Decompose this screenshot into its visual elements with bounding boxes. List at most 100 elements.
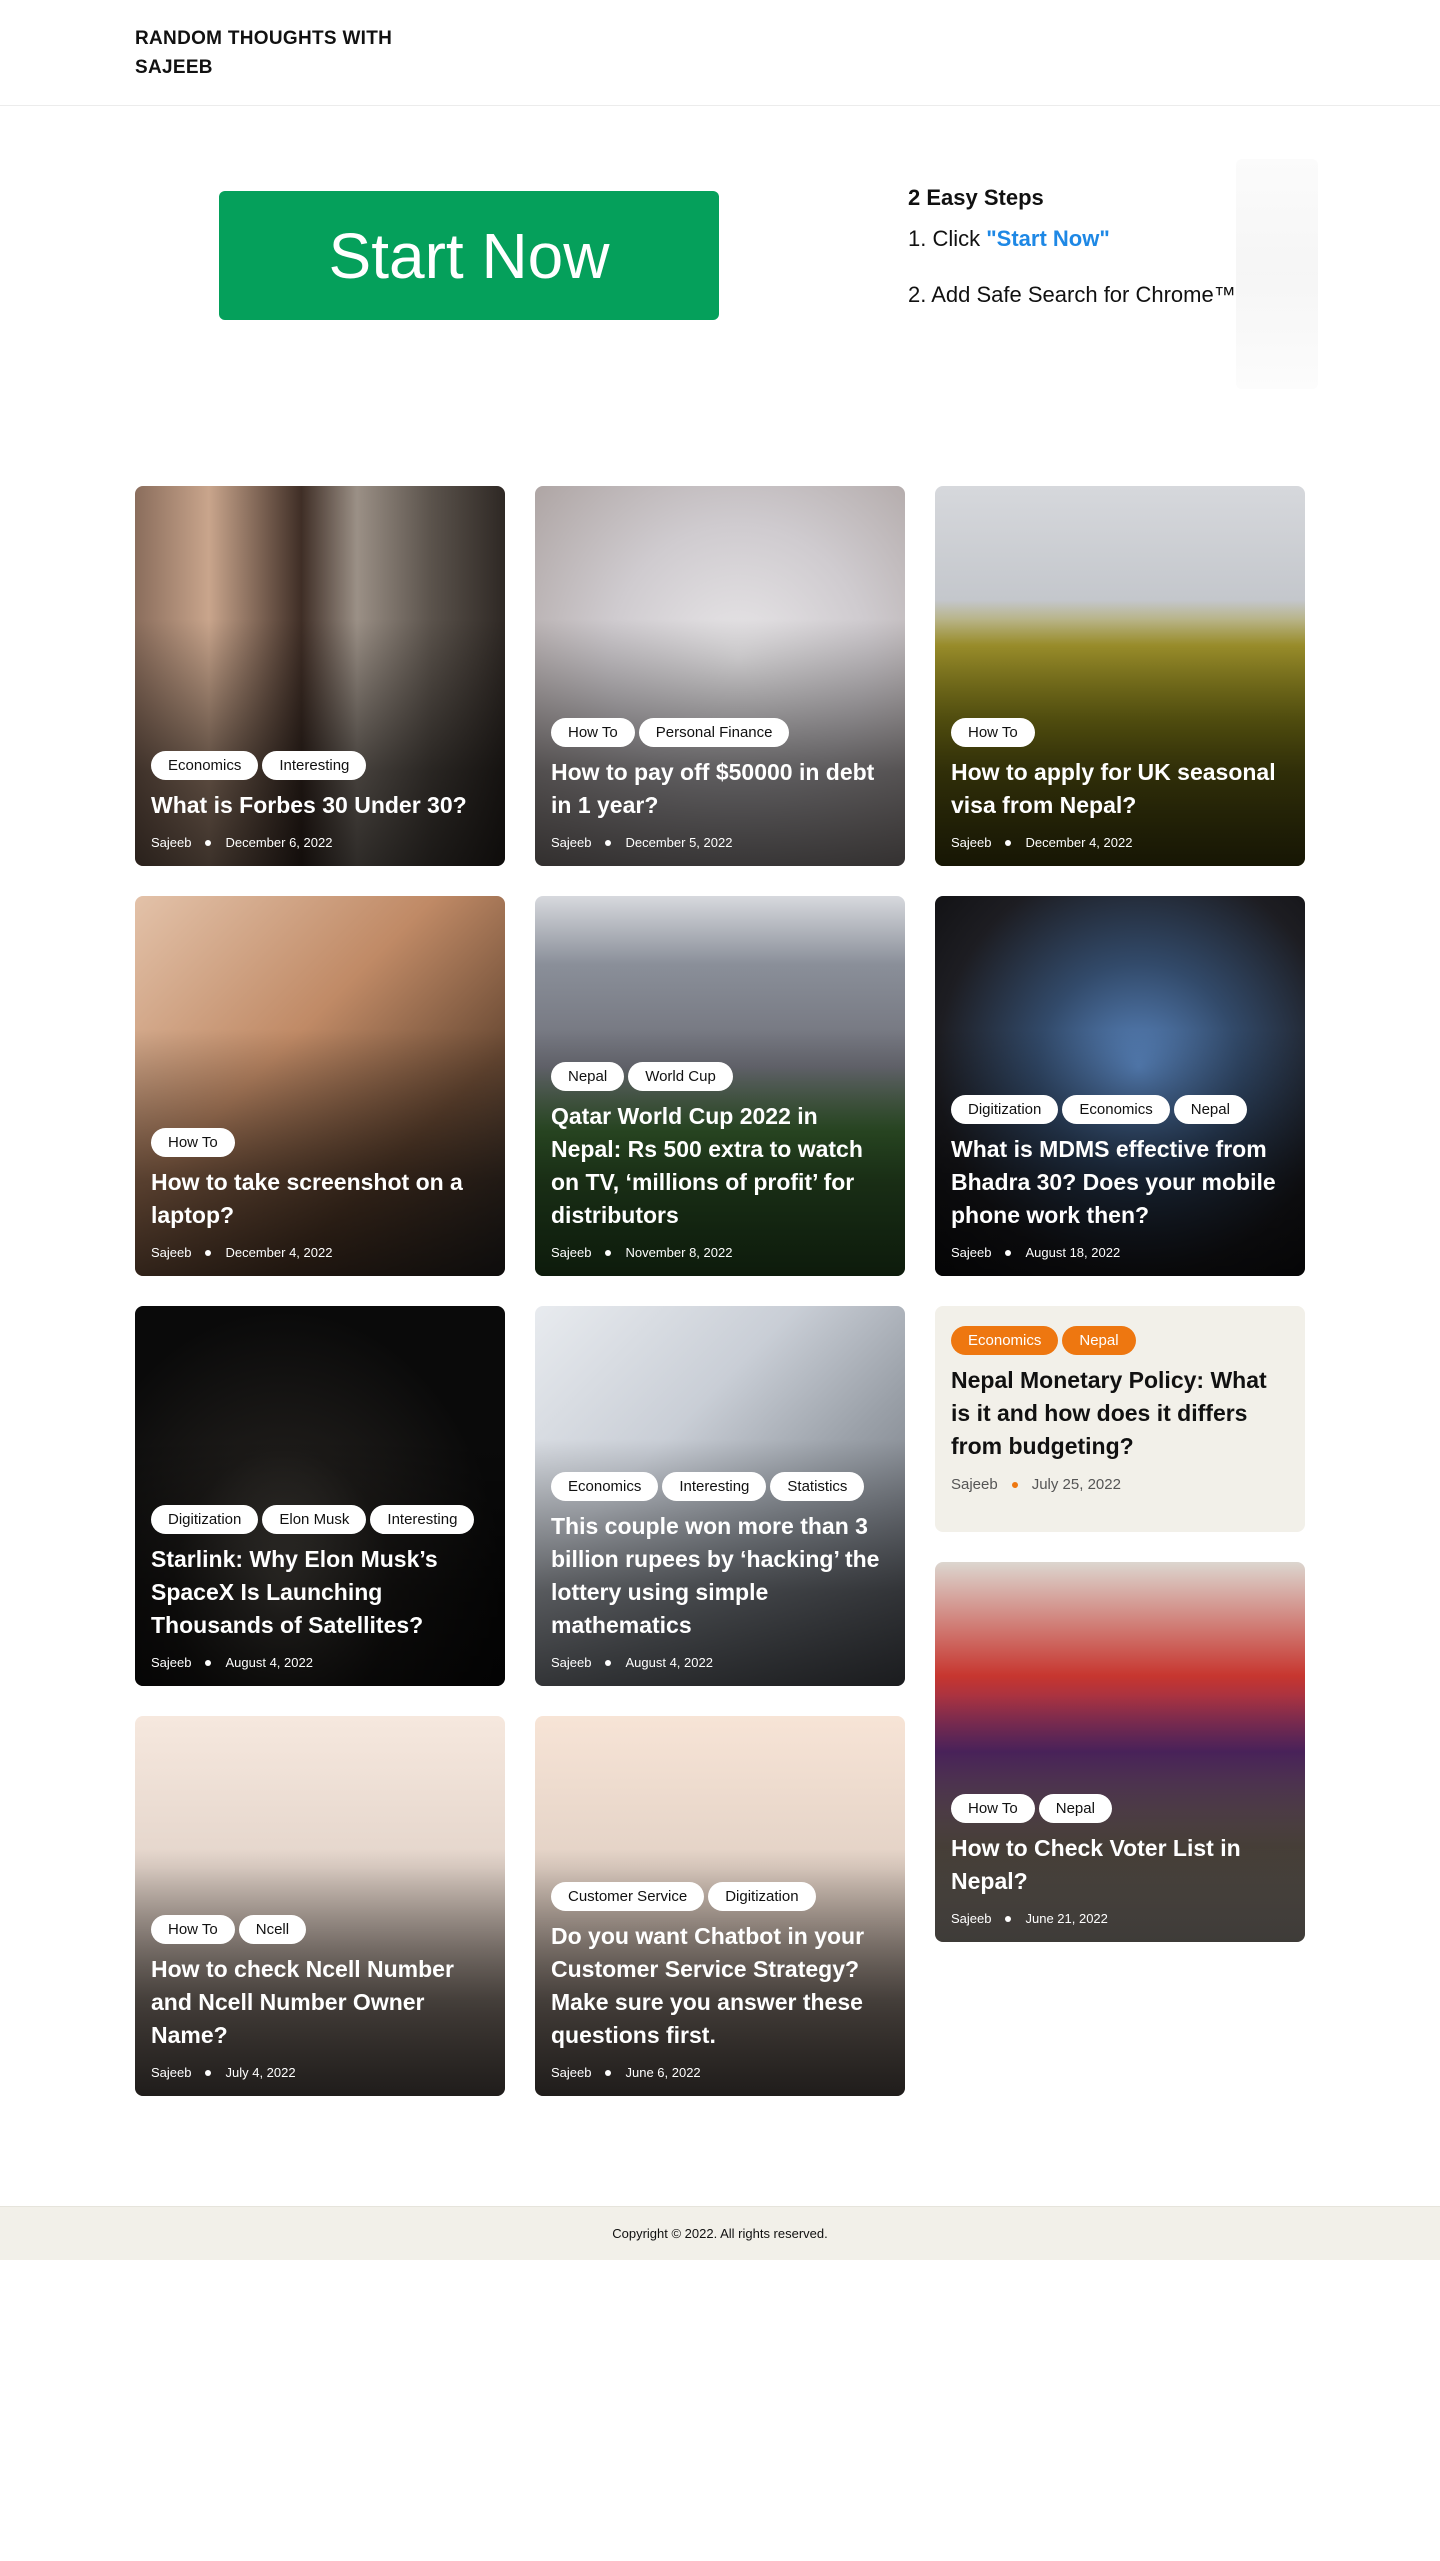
tag-link[interactable]: Nepal — [1038, 1794, 1112, 1823]
start-now-button[interactable]: Start Now — [219, 191, 719, 320]
post-author: Sajeeb — [551, 835, 592, 850]
separator-dot — [205, 839, 212, 846]
post-meta: Sajeeb November 8, 2022 — [551, 1245, 889, 1260]
post-card[interactable]: Nepal World Cup Qatar World Cup 2022 in … — [535, 896, 905, 1276]
post-title-link[interactable]: How to pay off $50000 in debt in 1 year? — [551, 756, 889, 822]
tag-link[interactable]: How To — [951, 1794, 1035, 1823]
post-tags: Economics Interesting — [151, 751, 489, 780]
tag-link[interactable]: Ncell — [238, 1915, 307, 1944]
post-title-link[interactable]: Starlink: Why Elon Musk’s SpaceX Is Laun… — [151, 1543, 489, 1642]
tag-link[interactable]: Digitization — [151, 1505, 259, 1534]
post-tags: How To Ncell — [151, 1915, 489, 1944]
post-meta: Sajeeb December 6, 2022 — [151, 835, 489, 850]
post-date: December 6, 2022 — [225, 835, 333, 850]
post-date: August 18, 2022 — [1025, 1245, 1121, 1260]
tag-link[interactable]: Nepal — [551, 1062, 625, 1091]
post-card[interactable]: Economics Interesting What is Forbes 30 … — [135, 486, 505, 866]
post-date: August 4, 2022 — [225, 1655, 313, 1670]
post-author: Sajeeb — [951, 1476, 998, 1493]
post-author: Sajeeb — [551, 1655, 592, 1670]
separator-dot — [1005, 1249, 1012, 1256]
post-card[interactable]: How To Nepal How to Check Voter List in … — [935, 1562, 1305, 1942]
tag-link[interactable]: Economics — [1062, 1095, 1170, 1124]
post-date: November 8, 2022 — [625, 1245, 733, 1260]
tag-link[interactable]: How To — [951, 718, 1035, 747]
tag-link[interactable]: Economics — [551, 1472, 659, 1501]
tag-link[interactable]: Nepal — [1173, 1095, 1247, 1124]
post-tags: Nepal World Cup — [551, 1062, 889, 1091]
separator-dot — [205, 2069, 212, 2076]
site-title-link[interactable]: RANDOM THOUGHTS WITH SAJEEB — [135, 24, 415, 82]
post-title-link[interactable]: Qatar World Cup 2022 in Nepal: Rs 500 ex… — [551, 1100, 889, 1232]
post-author: Sajeeb — [951, 1911, 992, 1926]
post-meta: Sajeeb December 5, 2022 — [551, 835, 889, 850]
tag-link[interactable]: Elon Musk — [262, 1505, 367, 1534]
post-author: Sajeeb — [151, 1245, 192, 1260]
post-title-link[interactable]: How to apply for UK seasonal visa from N… — [951, 756, 1289, 822]
tag-link[interactable]: How To — [551, 718, 635, 747]
hero-decoration — [1236, 159, 1318, 389]
post-date: July 25, 2022 — [1031, 1476, 1121, 1493]
separator-dot — [605, 2069, 612, 2076]
post-card[interactable]: How To How to take screenshot on a lapto… — [135, 896, 505, 1276]
post-title-link[interactable]: What is MDMS effective from Bhadra 30? D… — [951, 1133, 1289, 1232]
post-tags: Economics Interesting Statistics — [551, 1472, 889, 1501]
tag-link[interactable]: World Cup — [628, 1062, 733, 1091]
post-title-link[interactable]: How to take screenshot on a laptop? — [151, 1166, 489, 1232]
separator-dot — [605, 839, 612, 846]
post-meta: Sajeeb July 25, 2022 — [951, 1476, 1289, 1493]
separator-dot — [605, 1249, 612, 1256]
tag-link[interactable]: Digitization — [708, 1882, 816, 1911]
step-1-start-now-link[interactable]: "Start Now" — [986, 226, 1110, 251]
post-date: June 6, 2022 — [625, 2065, 701, 2080]
tag-link[interactable]: Personal Finance — [638, 718, 790, 747]
tag-link[interactable]: Digitization — [951, 1095, 1059, 1124]
tag-link[interactable]: How To — [151, 1128, 235, 1157]
post-author: Sajeeb — [151, 835, 192, 850]
tag-link[interactable]: How To — [151, 1915, 235, 1944]
separator-dot — [605, 1659, 612, 1666]
post-card[interactable]: How To Personal Finance How to pay off $… — [535, 486, 905, 866]
post-meta: Sajeeb August 18, 2022 — [951, 1245, 1289, 1260]
post-tags: Digitization Economics Nepal — [951, 1095, 1289, 1124]
post-title-link[interactable]: This couple won more than 3 billion rupe… — [551, 1510, 889, 1642]
post-date: December 4, 2022 — [225, 1245, 333, 1260]
tag-link[interactable]: Customer Service — [551, 1882, 705, 1911]
copyright-text: Copyright © 2022. All rights reserved. — [612, 2226, 828, 2241]
tag-link[interactable]: Statistics — [770, 1472, 865, 1501]
separator-dot — [1011, 1481, 1018, 1488]
post-author: Sajeeb — [551, 2065, 592, 2080]
post-card[interactable]: Digitization Elon Musk Interesting Starl… — [135, 1306, 505, 1686]
tag-link[interactable]: Interesting — [662, 1472, 767, 1501]
tag-link[interactable]: Interesting — [262, 751, 367, 780]
post-meta: Sajeeb June 21, 2022 — [951, 1911, 1289, 1926]
post-card[interactable]: Economics Nepal Nepal Monetary Policy: W… — [935, 1306, 1305, 1532]
post-tags: How To — [151, 1128, 489, 1157]
site-header: RANDOM THOUGHTS WITH SAJEEB — [0, 0, 1440, 106]
post-card[interactable]: How To Ncell How to check Ncell Number a… — [135, 1716, 505, 2096]
tag-link[interactable]: Interesting — [370, 1505, 475, 1534]
step-1-prefix: 1. Click — [908, 226, 987, 251]
post-title-link[interactable]: How to check Ncell Number and Ncell Numb… — [151, 1953, 489, 2052]
post-card[interactable]: How To How to apply for UK seasonal visa… — [935, 486, 1305, 866]
post-card[interactable]: Customer Service Digitization Do you wan… — [535, 1716, 905, 2096]
tag-link[interactable]: Nepal — [1062, 1326, 1136, 1355]
tag-link[interactable]: Economics — [951, 1326, 1059, 1355]
tag-link[interactable]: Economics — [151, 751, 259, 780]
post-meta: Sajeeb December 4, 2022 — [951, 835, 1289, 850]
post-meta: Sajeeb August 4, 2022 — [551, 1655, 889, 1670]
post-date: December 4, 2022 — [1025, 835, 1133, 850]
post-card[interactable]: Digitization Economics Nepal What is MDM… — [935, 896, 1305, 1276]
post-title-link[interactable]: How to Check Voter List in Nepal? — [951, 1832, 1289, 1898]
post-title-link[interactable]: Nepal Monetary Policy: What is it and ho… — [951, 1364, 1289, 1463]
post-card[interactable]: Economics Interesting Statistics This co… — [535, 1306, 905, 1686]
post-tags: Economics Nepal — [951, 1326, 1289, 1355]
post-date: July 4, 2022 — [225, 2065, 296, 2080]
post-date: December 5, 2022 — [625, 835, 733, 850]
post-title-link[interactable]: What is Forbes 30 Under 30? — [151, 789, 489, 822]
separator-dot — [1005, 839, 1012, 846]
post-author: Sajeeb — [551, 1245, 592, 1260]
separator-dot — [205, 1659, 212, 1666]
post-date: June 21, 2022 — [1025, 1911, 1108, 1926]
post-title-link[interactable]: Do you want Chatbot in your Customer Ser… — [551, 1920, 889, 2052]
